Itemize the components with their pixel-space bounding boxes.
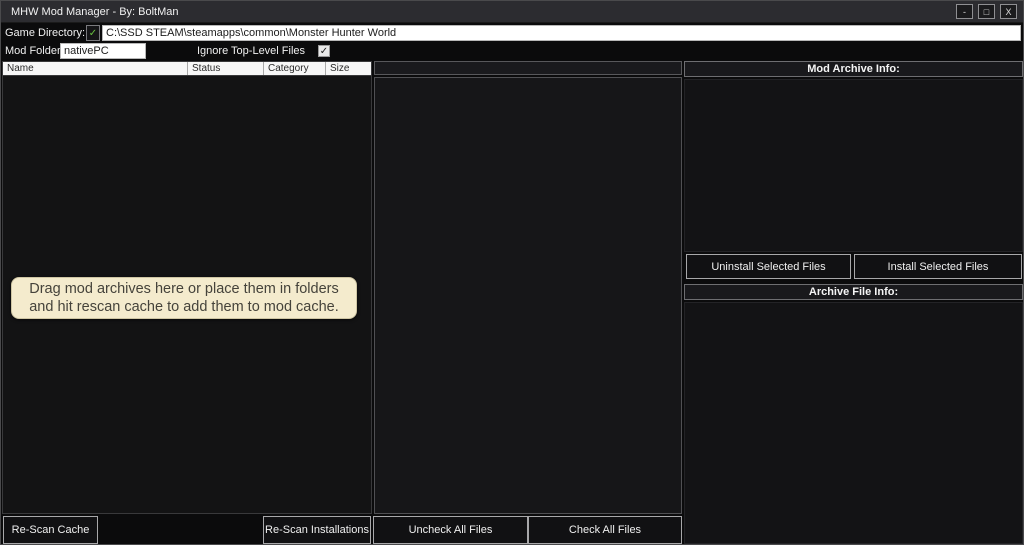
mod-folder-input[interactable] bbox=[60, 43, 146, 59]
mod-cache-list-header: Name Status Category Size bbox=[3, 62, 371, 76]
checkbox-check-icon: ✓ bbox=[320, 46, 328, 57]
uncheck-all-files-button[interactable]: Uncheck All Files bbox=[373, 516, 528, 544]
column-header-status[interactable]: Status bbox=[188, 62, 264, 75]
ignore-top-level-files-checkbox[interactable]: ✓ bbox=[318, 45, 330, 57]
close-button[interactable]: X bbox=[1000, 4, 1017, 19]
drag-drop-hint-line2: and hit rescan cache to add them to mod … bbox=[18, 298, 350, 316]
drag-drop-hint-line1: Drag mod archives here or place them in … bbox=[18, 280, 350, 298]
game-directory-row: Game Directory: ✓ bbox=[1, 25, 1023, 41]
archive-file-info-title: Archive File Info: bbox=[684, 284, 1023, 300]
window-title: MHW Mod Manager - By: BoltMan bbox=[11, 6, 179, 18]
check-icon: ✓ bbox=[89, 28, 97, 39]
mod-archive-info-title: Mod Archive Info: bbox=[684, 61, 1023, 77]
minimize-button[interactable]: - bbox=[956, 4, 973, 19]
mod-folder-label: Mod Folder: bbox=[5, 45, 60, 57]
maximize-button[interactable]: □ bbox=[978, 4, 995, 19]
column-header-name[interactable]: Name bbox=[3, 62, 188, 75]
ignore-top-level-files-label: Ignore Top-Level Files bbox=[197, 45, 305, 57]
title-bar: MHW Mod Manager - By: BoltMan - □ X bbox=[1, 1, 1023, 23]
column-header-size[interactable]: Size bbox=[326, 62, 371, 75]
column-header-category[interactable]: Category bbox=[264, 62, 326, 75]
mod-archive-info-panel bbox=[684, 79, 1023, 252]
window-controls: - □ X bbox=[956, 4, 1017, 19]
archive-file-info-panel bbox=[684, 302, 1023, 544]
validate-directory-button[interactable]: ✓ bbox=[86, 25, 100, 41]
game-directory-label: Game Directory: bbox=[5, 27, 86, 39]
install-selected-files-button[interactable]: Install Selected Files bbox=[854, 254, 1022, 279]
mod-folder-row: Mod Folder: Ignore Top-Level Files ✓ bbox=[1, 43, 1023, 59]
uninstall-selected-files-button[interactable]: Uninstall Selected Files bbox=[686, 254, 851, 279]
file-list-panel[interactable] bbox=[374, 77, 682, 514]
file-list-header bbox=[374, 61, 682, 75]
game-directory-input[interactable] bbox=[102, 25, 1021, 41]
app-window: MHW Mod Manager - By: BoltMan - □ X Game… bbox=[0, 0, 1024, 545]
rescan-installations-button[interactable]: Re-Scan Installations bbox=[263, 516, 371, 544]
drag-drop-hint: Drag mod archives here or place them in … bbox=[11, 277, 357, 319]
check-all-files-button[interactable]: Check All Files bbox=[528, 516, 682, 544]
rescan-cache-button[interactable]: Re-Scan Cache bbox=[3, 516, 98, 544]
